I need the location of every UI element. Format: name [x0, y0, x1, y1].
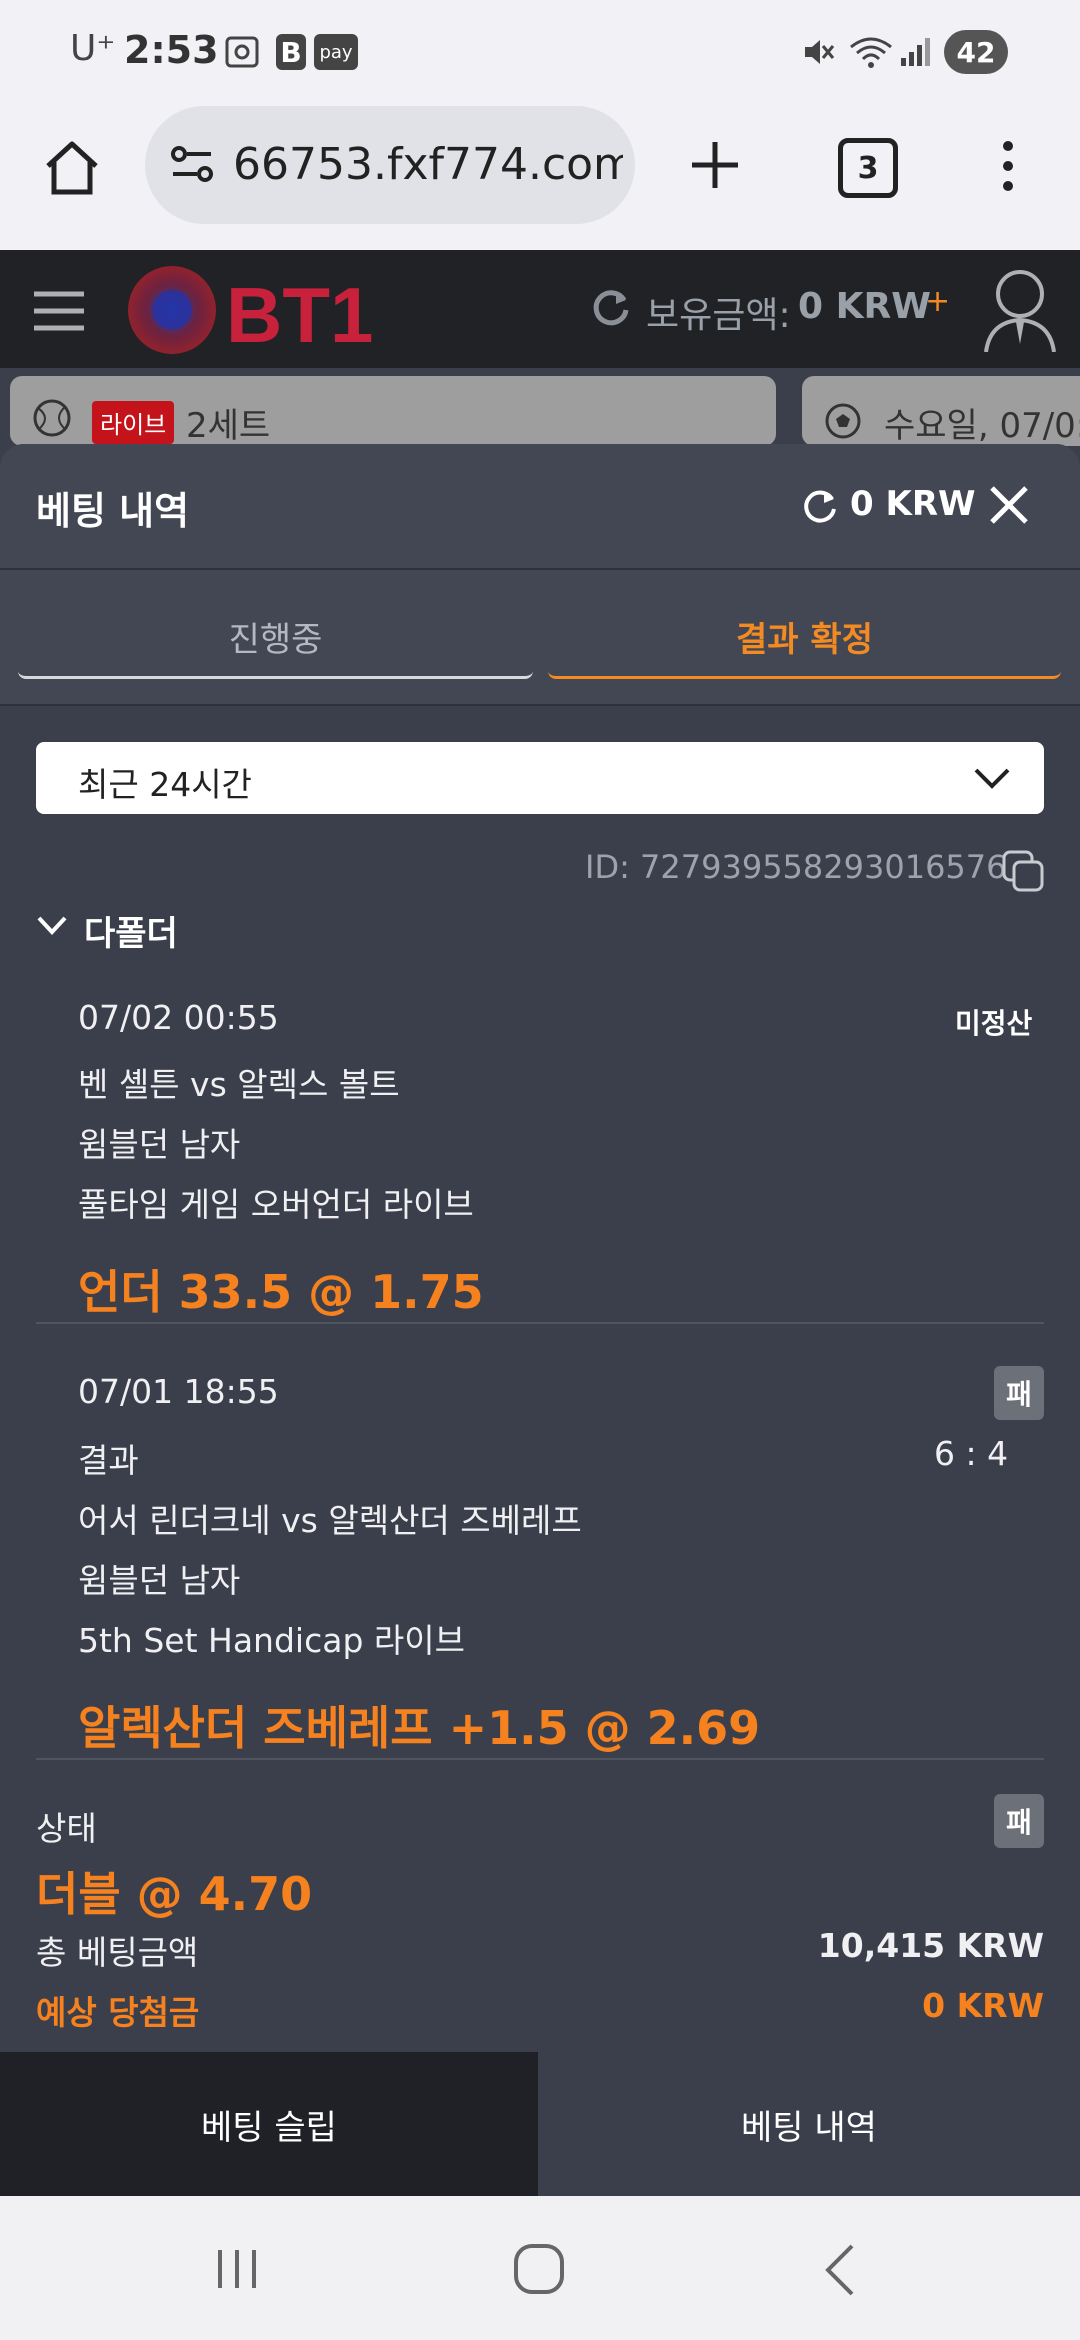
chevron-down-icon [972, 764, 1012, 792]
soccer-ball-icon [824, 402, 862, 440]
bet1-match: 벤 셸튼 vs 알렉스 볼트 [78, 1065, 400, 1104]
hamburger-menu-icon[interactable] [30, 286, 88, 336]
home-icon[interactable] [40, 136, 104, 200]
url-text[interactable]: 66753.fxf774.com [233, 139, 623, 190]
clock: 2:53 [124, 28, 219, 72]
b-app-icon: B [276, 34, 306, 70]
bet1-league: 윔블던 남자 [78, 1125, 241, 1164]
bet2-match: 어서 린더크네 vs 알렉산더 즈베레프 [78, 1501, 582, 1540]
bet2-selection: 알렉산더 즈베레프 +1.5 @ 2.69 [78, 1701, 761, 1755]
user-profile-icon[interactable] [980, 268, 1060, 353]
divider [36, 1758, 1044, 1760]
tennis-ball-icon [32, 398, 72, 438]
bet1-selection: 언더 33.5 @ 1.75 [78, 1265, 484, 1319]
tab-in-progress[interactable]: 진행중 [18, 596, 533, 679]
refresh-balance-icon[interactable] [800, 486, 840, 526]
new-tab-icon[interactable] [688, 138, 742, 192]
url-bar[interactable]: 66753.fxf774.com [145, 106, 635, 224]
carrier-label: U⁺ [70, 28, 116, 69]
balance-value: 0 KRW [798, 286, 931, 327]
deposit-plus-button[interactable]: + [925, 284, 950, 319]
battery-indicator: 42 [944, 30, 1008, 74]
bet2-league: 윔블던 남자 [78, 1561, 241, 1600]
bet1-market: 풀타임 게임 오버언더 라이브 [78, 1185, 474, 1224]
back-button-icon[interactable] [820, 2242, 860, 2298]
expected-win-label: 예상 당첨금 [36, 1993, 200, 2032]
home-button-icon[interactable] [512, 2242, 566, 2296]
wifi-icon [848, 34, 894, 70]
summary-odds: 더블 @ 4.70 [36, 1867, 313, 1921]
period-select-value: 최근 24시간 [78, 765, 252, 804]
bet1-datetime: 07/02 00:55 [78, 998, 279, 1037]
bet-history-tab[interactable]: 베팅 내역 [538, 2052, 1080, 2196]
recent-apps-icon[interactable] [212, 2244, 262, 2294]
panel-title: 베팅 내역 [36, 489, 190, 533]
site-logo[interactable]: BT1 [126, 262, 376, 359]
bet2-market: 5th Set Handicap 라이브 [78, 1621, 465, 1660]
bet2-result-label: 결과 [78, 1441, 139, 1480]
panel-balance: 0 KRW [850, 484, 976, 524]
more-menu-icon[interactable] [996, 136, 1020, 196]
live-card-text: 2세트 [186, 406, 271, 446]
parlay-group-title[interactable]: 다폴더 [84, 906, 178, 955]
refresh-icon[interactable] [590, 286, 632, 328]
total-stake-label: 총 베팅금액 [36, 1933, 199, 1972]
divider [36, 1322, 1044, 1324]
total-stake-value: 10,415 KRW [817, 1926, 1044, 1965]
mute-icon [800, 34, 836, 70]
bet-slip-tab[interactable]: 베팅 슬립 [0, 2052, 538, 2196]
period-select[interactable]: 최근 24시간 [36, 742, 1044, 814]
tab-settled[interactable]: 결과 확정 [548, 596, 1061, 679]
copy-icon[interactable] [1000, 848, 1046, 894]
collapse-chevron-icon[interactable] [36, 914, 68, 938]
screenshot-icon [222, 34, 262, 70]
bet2-status-badge: 패 [994, 1366, 1044, 1420]
bet1-status: 미정산 [955, 1007, 1033, 1040]
pay-app-icon: pay [314, 34, 358, 70]
expected-win-value: 0 KRW [922, 1986, 1044, 2025]
close-icon[interactable] [988, 484, 1030, 526]
status-label: 상태 [36, 1809, 97, 1848]
balance-label: 보유금액: [646, 295, 791, 336]
live-badge: 라이브 [92, 401, 175, 444]
site-settings-icon[interactable] [167, 140, 217, 190]
tab-switcher-button[interactable]: 3 [838, 138, 898, 198]
bet2-datetime: 07/01 18:55 [78, 1372, 279, 1411]
summary-status-badge: 패 [994, 1794, 1044, 1848]
signal-icon [898, 34, 932, 70]
logo-text: BT1 [226, 271, 373, 358]
bet-id: ID: 727939558293016576 [585, 848, 1007, 886]
match-card-text: 수요일, 07/0: [884, 406, 1080, 446]
bet2-score: 6 : 4 [934, 1434, 1009, 1473]
